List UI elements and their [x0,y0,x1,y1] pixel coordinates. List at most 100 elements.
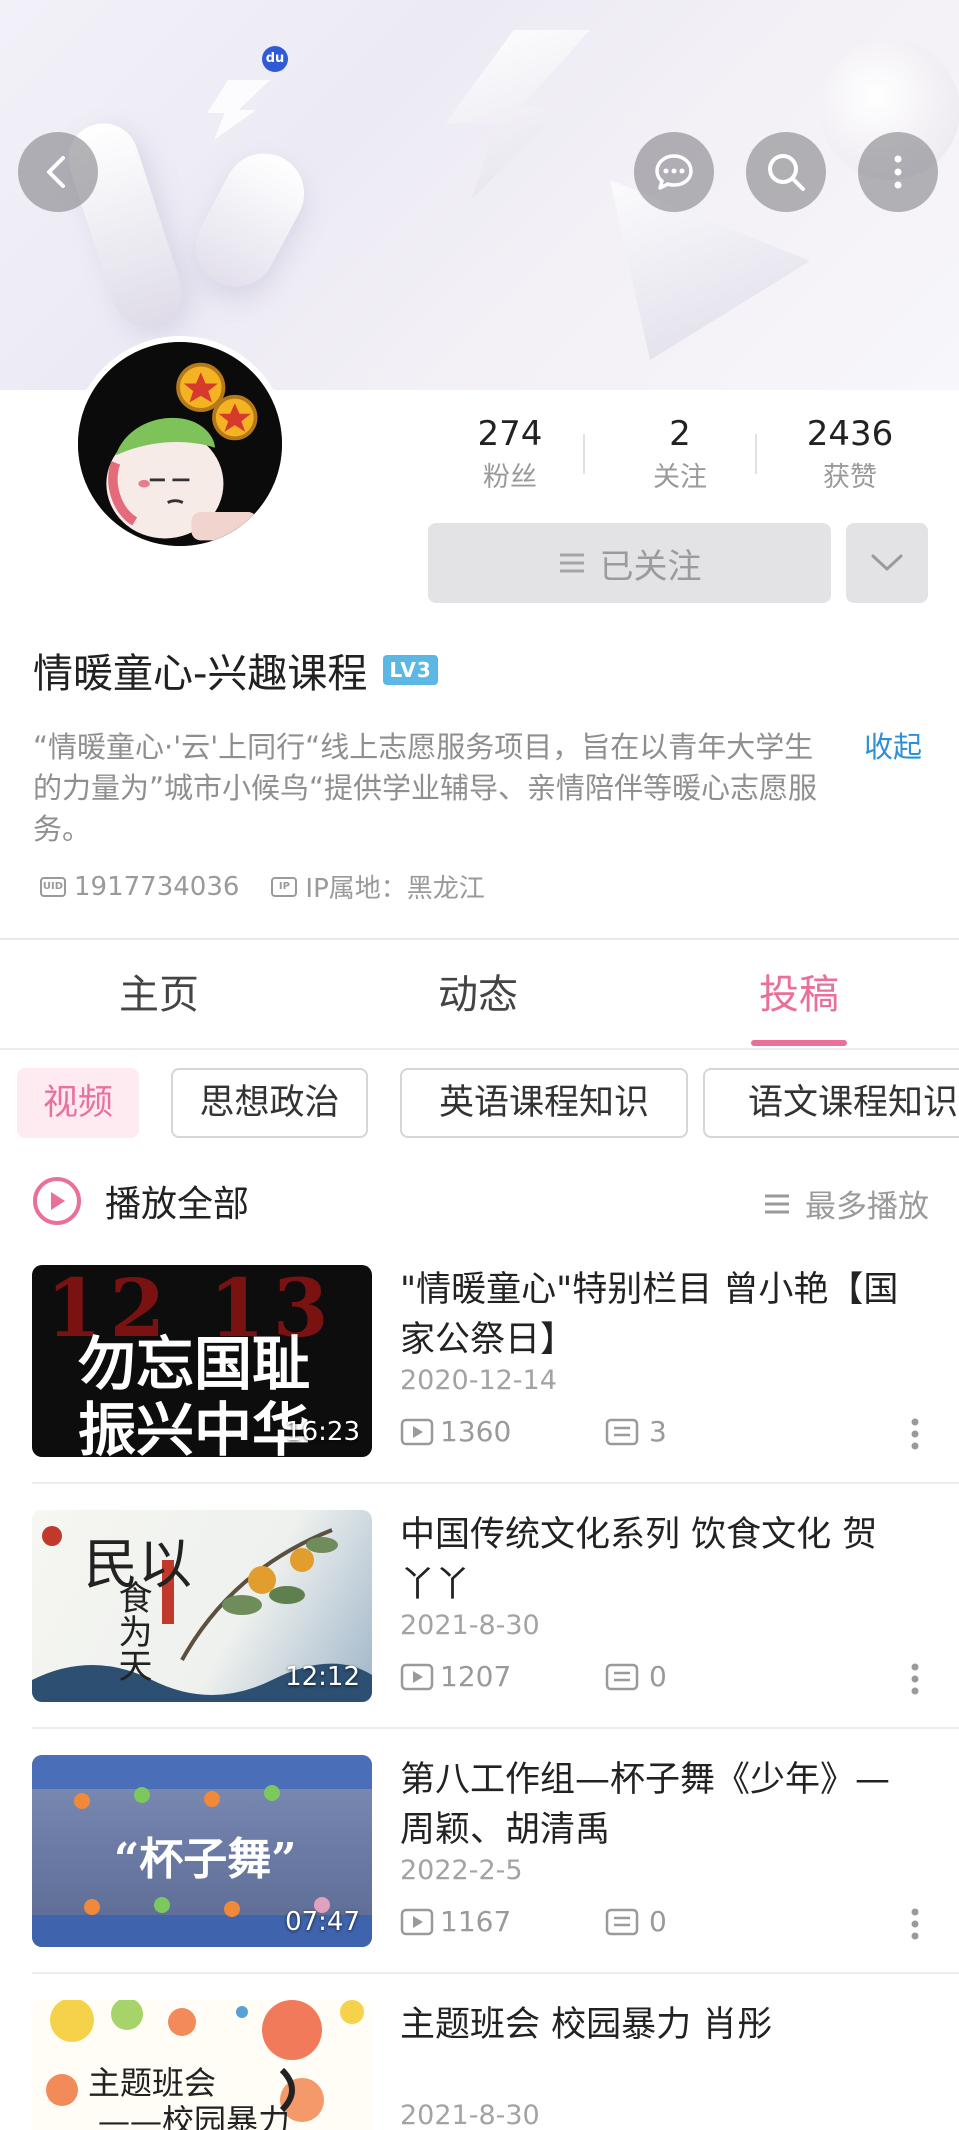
video-more-button[interactable] [910,1417,920,1458]
video-comment-count: 0 [649,1660,667,1693]
video-title[interactable]: "情暖童心"特别栏目 曾小艳【国家公祭日】 [400,1265,910,1365]
video-play-count: 1360 [440,1415,512,1448]
play-all-button[interactable]: 播放全部 [33,1175,249,1227]
play-count-icon [400,1663,434,1690]
more-button[interactable] [858,132,938,212]
avatar[interactable] [72,336,288,552]
play-count-icon [400,1908,434,1935]
video-comments: 0 [605,1660,667,1693]
stat-likes-label: 获赞 [823,462,877,493]
chevron-down-icon [871,554,903,571]
stat-followers-value: 274 [477,414,543,454]
profile-ip-location: IP属地：黑龙江 [305,874,485,904]
chip-video[interactable]: 视频 [17,1068,139,1138]
more-vertical-icon [894,155,902,189]
more-vertical-icon [911,1663,919,1695]
tab-home[interactable]: 主页 [59,955,259,1035]
list-divider [32,1972,959,1974]
video-plays: 1167 [400,1905,511,1938]
video-comments: 0 [605,1905,667,1938]
list-divider [32,1727,959,1729]
sort-list-icon [765,1194,789,1213]
video-thumbnail[interactable]: 民以 食为天 12:12 [32,1510,372,1702]
sort-button[interactable]: 最多播放 [763,1181,929,1226]
list-divider [32,1482,959,1484]
search-icon [768,154,805,191]
tab-submissions[interactable]: 投稿 [699,955,899,1035]
video-thumbnail[interactable]: “杯子舞” 07:47 [32,1755,372,1947]
banner-decoration [445,30,590,200]
video-date: 2020-12-14 [400,1365,557,1396]
video-thumbnail[interactable]: 主题班会 ——校园暴力 [32,2000,372,2130]
tab-dynamics[interactable]: 动态 [378,955,578,1035]
video-comment-count: 3 [649,1415,667,1448]
video-thumbnail[interactable]: 12 13 勿忘国耻 振兴中华 16:23 [32,1265,372,1457]
play-icon [33,1177,81,1225]
profile-uid: 1917734036 [74,871,240,902]
comment-icon [605,1663,639,1690]
status-bar-app-icon: du [262,46,288,72]
chip-chinese[interactable]: 语文课程知识 [703,1068,959,1138]
video-plays: 1207 [400,1660,511,1693]
profile-name-row: 情暖童心-兴趣课程 LV3 [33,642,438,698]
video-date: 2021-8-30 [400,1610,540,1641]
video-plays: 1360 [400,1415,511,1448]
active-tab-indicator [751,1040,847,1046]
play-all-label: 播放全部 [105,1184,250,1225]
profile-tabs: 主页 动态 投稿 [0,955,959,1050]
sort-label: 最多播放 [805,1189,929,1225]
stat-followers[interactable]: 274 粉丝 [430,412,590,500]
video-play-count: 1167 [440,1905,512,1938]
message-button[interactable] [634,132,714,212]
profile-bio: “情暖童心·'云'上同行“线上志愿服务项目，旨在以青年大学生的力量为”城市小候鸟… [33,730,818,846]
play-all-row: 播放全部 最多播放 [33,1175,929,1231]
more-vertical-icon [911,1908,919,1940]
video-more-button[interactable] [910,1907,920,1948]
followed-button[interactable]: 已关注 [428,523,831,603]
stat-following[interactable]: 2 关注 [600,412,760,500]
stat-likes[interactable]: 2436 获赞 [770,412,930,500]
video-date: 2021-8-30 [400,2100,540,2130]
video-title[interactable]: 中国传统文化系列 饮食文化 贺丫丫 [400,1510,910,1610]
video-comment-count: 0 [649,1905,667,1938]
stat-following-label: 关注 [653,462,707,493]
video-title[interactable]: 第八工作组—杯子舞《少年》—周颖、胡清禹 [400,1755,910,1855]
video-item[interactable]: 12 13 勿忘国耻 振兴中华 16:23 "情暖童心"特别栏目 曾小艳【国家公… [32,1265,928,1457]
avatar-illustration [78,342,282,546]
profile-name: 情暖童心-兴趣课程 [33,651,368,697]
chip-politics[interactable]: 思想政治 [171,1068,368,1138]
video-item[interactable]: “杯子舞” 07:47 第八工作组—杯子舞《少年》—周颖、胡清禹 2022-2-… [32,1755,928,1947]
thumbnail-text-line: 振兴中华 [78,1396,311,1457]
stat-divider [755,434,757,474]
video-duration: 12:12 [285,1662,360,1692]
followed-button-label: 已关注 [599,546,702,587]
video-item[interactable]: 主题班会 ——校园暴力 主题班会 校园暴力 肖彤 2021-8-30 [32,2000,928,2130]
back-icon [47,156,65,188]
banner-decoration [207,80,270,140]
video-comments: 3 [605,1415,667,1448]
chip-english[interactable]: 英语课程知识 [400,1068,688,1138]
comment-icon [605,1908,639,1935]
video-more-button[interactable] [910,1662,920,1703]
video-play-count: 1207 [440,1660,512,1693]
banner-decoration [181,139,319,301]
stat-likes-value: 2436 [806,414,894,454]
comment-icon [605,1418,639,1445]
section-divider [0,938,959,940]
search-button[interactable] [746,132,826,212]
thumbnail-text-line: 食为天 [112,1580,152,1682]
profile-stats: 274 粉丝 2 关注 2436 获赞 [430,412,930,502]
profile-meta: UID 1917734036 IP IP属地：黑龙江 [40,868,485,905]
stat-followers-label: 粉丝 [483,462,537,493]
collapse-bio-link[interactable]: 收起 [864,727,922,768]
video-duration: 07:47 [285,1907,360,1937]
play-count-icon [400,1418,434,1445]
thumbnail-text-line: “杯子舞” [114,1834,297,1885]
thumbnail-text-line: ——校园暴力 [98,2102,291,2130]
recommend-dropdown-button[interactable] [846,523,928,603]
video-title[interactable]: 主题班会 校园暴力 肖彤 [400,2000,910,2050]
back-button[interactable] [18,132,98,212]
video-stats: 1360 3 [400,1415,928,1455]
video-duration: 16:23 [285,1417,360,1447]
video-item[interactable]: 民以 食为天 12:12 中国传统文化系列 饮食文化 贺丫丫 2021-8-30… [32,1510,928,1702]
